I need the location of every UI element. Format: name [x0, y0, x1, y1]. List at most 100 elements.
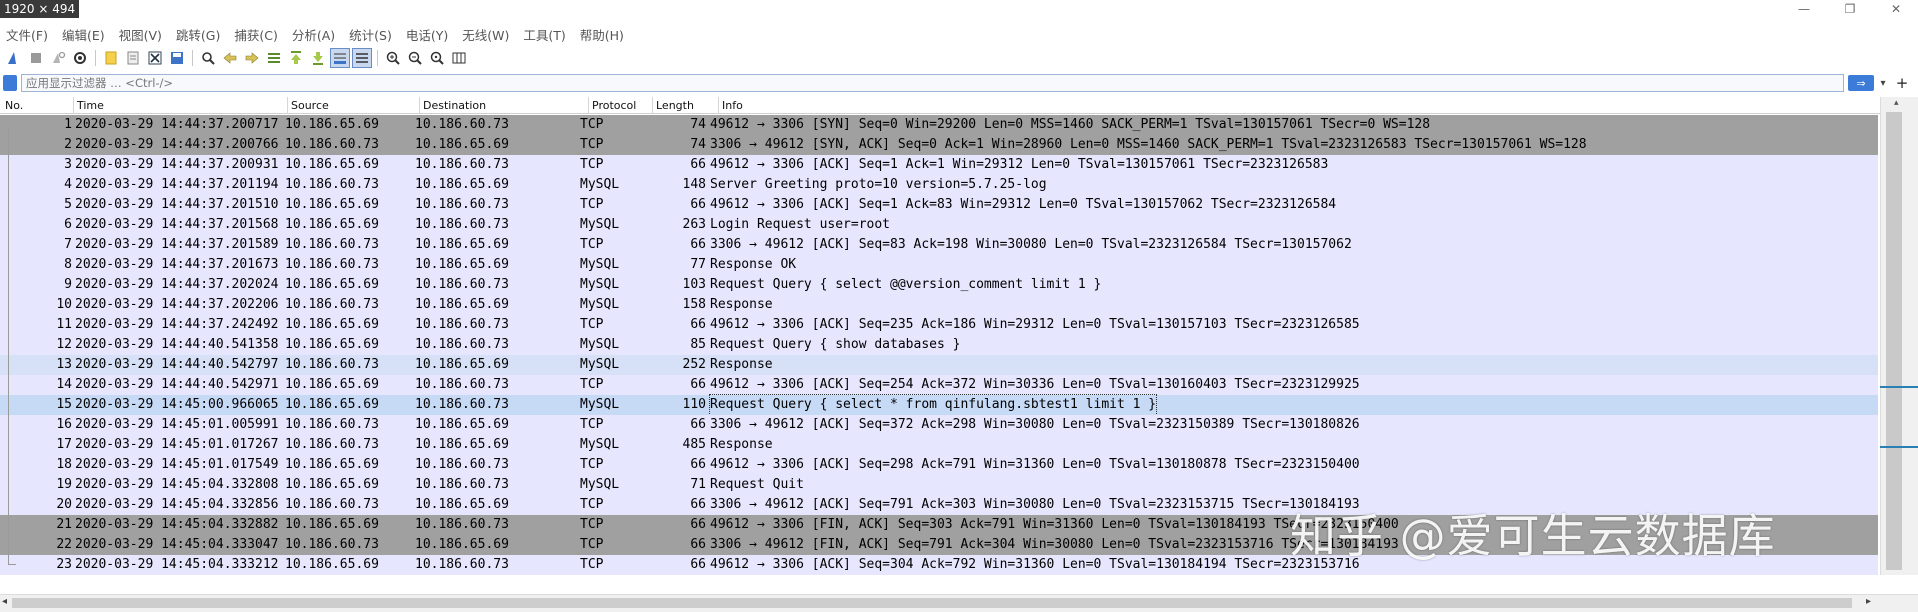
packet-info: Request Query { select * from qinfulang.… — [708, 394, 1158, 416]
go-to-packet-icon[interactable] — [264, 48, 284, 68]
menu-go[interactable]: 跳转(G) — [176, 25, 220, 44]
horizontal-scroll-thumb[interactable] — [12, 598, 1852, 608]
packet-row[interactable]: 10 2020-03-29 14:44:37.202206 10.186.60.73… — [0, 295, 1878, 315]
menu-statistics[interactable]: 统计(S) — [349, 25, 392, 44]
resize-columns-icon[interactable] — [449, 48, 469, 68]
filter-dropdown-icon[interactable]: ▾ — [1874, 78, 1892, 89]
packet-row[interactable]: 14 2020-03-29 14:44:40.542971 10.186.65.69… — [0, 375, 1878, 395]
menu-analyze[interactable]: 分析(A) — [292, 25, 335, 44]
normal-size-icon[interactable] — [427, 48, 447, 68]
packet-length: 66 — [690, 497, 706, 512]
packet-destination: 10.186.60.73 — [415, 157, 509, 172]
packet-row[interactable]: 2 2020-03-29 14:44:37.200766 10.186.60.73 1… — [0, 135, 1878, 155]
packet-number: 4 — [64, 177, 72, 192]
scroll-right-arrow-icon[interactable]: ▸ — [1866, 596, 1871, 607]
packet-row[interactable]: 9 2020-03-29 14:44:37.202024 10.186.65.69 1… — [0, 275, 1878, 295]
packet-time: 2020-03-29 14:45:01.005991 — [75, 417, 279, 432]
packet-row[interactable]: 12 2020-03-29 14:44:40.541358 10.186.65.69… — [0, 335, 1878, 355]
vertical-scroll-thumb[interactable] — [1886, 112, 1902, 570]
packet-time: 2020-03-29 14:45:04.333212 — [75, 557, 279, 572]
first-packet-icon[interactable] — [286, 48, 306, 68]
restore-button[interactable]: ❐ — [1842, 2, 1858, 16]
autoscroll-icon[interactable] — [330, 48, 350, 68]
packet-destination: 10.186.60.73 — [415, 517, 509, 532]
column-header-destination[interactable]: Destination — [423, 99, 486, 112]
packet-protocol: TCP — [580, 557, 604, 572]
packet-destination: 10.186.60.73 — [415, 277, 509, 292]
column-header-protocol[interactable]: Protocol — [592, 99, 636, 112]
packet-source: 10.186.65.69 — [285, 217, 379, 232]
menu-help[interactable]: 帮助(H) — [580, 25, 624, 44]
packet-row[interactable]: 8 2020-03-29 14:44:37.201673 10.186.60.73 1… — [0, 255, 1878, 275]
close-button[interactable]: ✕ — [1888, 2, 1904, 16]
find-icon[interactable] — [198, 48, 218, 68]
packet-row[interactable]: 6 2020-03-29 14:44:37.201568 10.186.65.69 1… — [0, 215, 1878, 235]
menu-file[interactable]: 文件(F) — [6, 25, 48, 44]
packet-time: 2020-03-29 14:45:04.332856 — [75, 497, 279, 512]
packet-row[interactable]: 3 2020-03-29 14:44:37.200931 10.186.65.69 1… — [0, 155, 1878, 175]
packet-destination: 10.186.60.73 — [415, 217, 509, 232]
column-header-info[interactable]: Info — [722, 99, 743, 112]
options-gear-icon[interactable] — [70, 48, 90, 68]
zoom-in-icon[interactable] — [383, 48, 403, 68]
colorize-icon[interactable] — [352, 48, 372, 68]
column-divider[interactable] — [419, 97, 420, 114]
apply-filter-arrow-icon[interactable]: ⇒ — [1848, 75, 1874, 91]
packet-destination: 10.186.60.73 — [415, 457, 509, 472]
packet-row[interactable]: 13 2020-03-29 14:44:40.542797 10.186.60.73… — [0, 355, 1878, 375]
menu-telephony[interactable]: 电话(Y) — [406, 25, 448, 44]
file-set-icon[interactable] — [123, 48, 143, 68]
menu-wireless[interactable]: 无线(W) — [462, 25, 509, 44]
menu-edit[interactable]: 编辑(E) — [62, 25, 105, 44]
packet-info: Response — [710, 437, 773, 452]
packet-row[interactable]: 16 2020-03-29 14:45:01.005991 10.186.60.73… — [0, 415, 1878, 435]
packet-row[interactable]: 18 2020-03-29 14:45:01.017549 10.186.65.69… — [0, 455, 1878, 475]
column-header-time[interactable]: Time — [77, 99, 104, 112]
packet-protocol: TCP — [580, 317, 604, 332]
display-filter-input[interactable]: 应用显示过滤器 … <Ctrl-/> — [21, 74, 1844, 92]
save-icon[interactable] — [167, 48, 187, 68]
packet-protocol: MySQL — [580, 277, 620, 292]
packet-length: 66 — [690, 197, 706, 212]
menu-tools[interactable]: 工具(T) — [523, 25, 565, 44]
scroll-up-arrow-icon[interactable]: ▴ — [1894, 98, 1899, 108]
packet-destination: 10.186.60.73 — [415, 117, 509, 132]
packet-time: 2020-03-29 14:44:37.200766 — [75, 137, 279, 152]
zoom-out-icon[interactable] — [405, 48, 425, 68]
add-filter-button-icon[interactable]: + — [1892, 74, 1912, 92]
menu-capture[interactable]: 捕获(C) — [234, 25, 277, 44]
packet-row[interactable]: 17 2020-03-29 14:45:01.017267 10.186.60.73… — [0, 435, 1878, 455]
column-header-length[interactable]: Length — [656, 99, 694, 112]
column-divider[interactable] — [287, 97, 288, 114]
selected-packet-mark — [1880, 386, 1918, 388]
stop-icon[interactable] — [26, 48, 46, 68]
packet-row[interactable]: 5 2020-03-29 14:44:37.201510 10.186.65.69 1… — [0, 195, 1878, 215]
bookmark-icon[interactable] — [3, 75, 17, 91]
column-header-source[interactable]: Source — [291, 99, 329, 112]
packet-source: 10.186.60.73 — [285, 537, 379, 552]
minimize-button[interactable]: — — [1796, 2, 1812, 16]
packet-row[interactable]: 19 2020-03-29 14:45:04.332808 10.186.65.69… — [0, 475, 1878, 495]
forward-arrow-icon[interactable] — [242, 48, 262, 68]
packet-info: 3306 → 49612 [ACK] Seq=791 Ack=303 Win=3… — [710, 497, 1360, 512]
packet-source: 10.186.60.73 — [285, 417, 379, 432]
scroll-left-arrow-icon[interactable]: ◂ — [2, 596, 7, 607]
last-packet-icon[interactable] — [308, 48, 328, 68]
packet-row[interactable]: 11 2020-03-29 14:44:37.242492 10.186.65.69… — [0, 315, 1878, 335]
open-file-icon[interactable] — [101, 48, 121, 68]
shark-fin-start-icon[interactable] — [4, 48, 24, 68]
column-divider[interactable] — [73, 97, 74, 114]
column-header-no[interactable]: No. — [5, 99, 23, 112]
back-arrow-icon[interactable] — [220, 48, 240, 68]
restart-icon[interactable] — [48, 48, 68, 68]
close-file-icon[interactable] — [145, 48, 165, 68]
packet-row[interactable]: 15 2020-03-29 14:45:00.966065 10.186.65.69… — [0, 394, 1878, 416]
menu-view[interactable]: 视图(V) — [119, 25, 162, 44]
packet-row[interactable]: 4 2020-03-29 14:44:37.201194 10.186.60.73 1… — [0, 175, 1878, 195]
packet-row[interactable]: 1 2020-03-29 14:44:37.200717 10.186.65.69 1… — [0, 115, 1878, 135]
packet-length: 148 — [682, 177, 706, 192]
packet-row[interactable]: 7 2020-03-29 14:44:37.201589 10.186.60.73 1… — [0, 235, 1878, 255]
column-divider[interactable] — [588, 97, 589, 114]
column-divider[interactable] — [718, 97, 719, 114]
column-divider[interactable] — [652, 97, 653, 114]
